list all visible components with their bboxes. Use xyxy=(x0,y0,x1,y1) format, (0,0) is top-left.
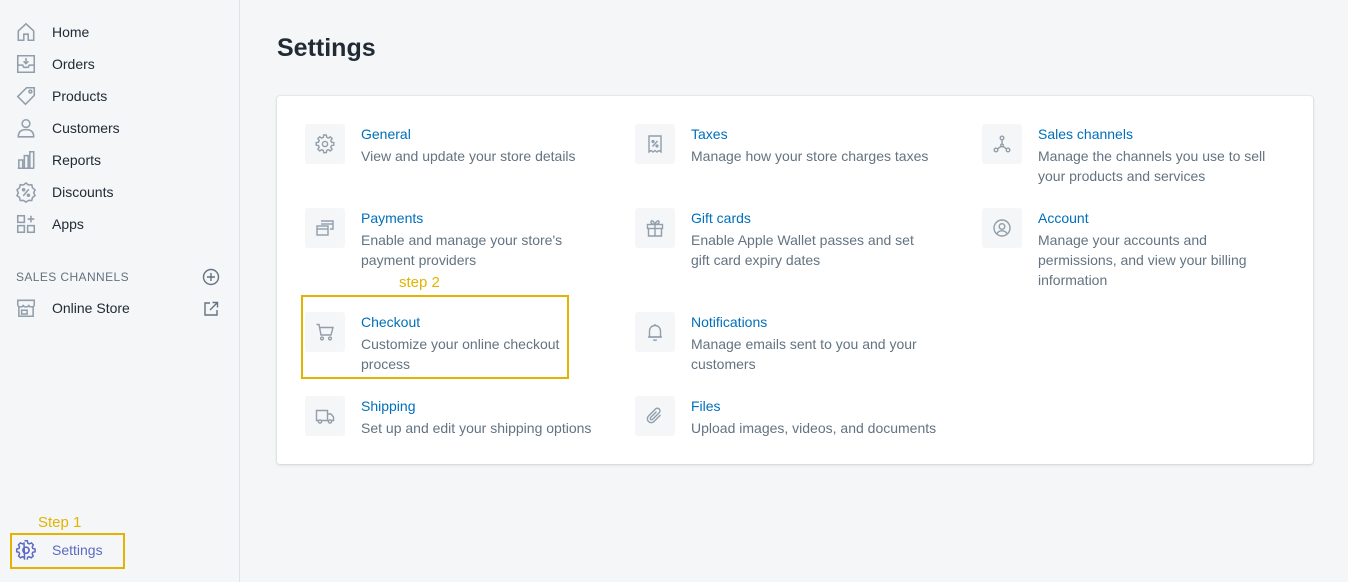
setting-title: Account xyxy=(1038,210,1089,226)
setting-description: Manage emails sent to you and your custo… xyxy=(691,336,917,372)
sidebar-item-label: Home xyxy=(52,24,90,40)
sidebar-item-home[interactable]: Home xyxy=(0,16,239,48)
setting-description: Manage the channels you use to sell your… xyxy=(1038,148,1266,184)
plus-circle-icon xyxy=(202,268,220,286)
sidebar-item-orders[interactable]: Orders xyxy=(0,48,239,80)
gift-icon xyxy=(635,208,675,248)
setting-title: General xyxy=(361,126,411,142)
payments-icon xyxy=(305,208,345,248)
setting-description: Manage how your store charges taxes xyxy=(691,148,929,164)
external-link-icon xyxy=(204,301,219,316)
setting-description: View and update your store details xyxy=(361,148,576,164)
sidebar-item-customers[interactable]: Customers xyxy=(0,112,239,144)
sidebar: Home Orders Products Customers Reports D… xyxy=(0,0,240,582)
setting-description: Enable and manage your store's payment p… xyxy=(361,232,563,268)
sidebar-item-reports[interactable]: Reports xyxy=(0,144,239,176)
setting-title: Gift cards xyxy=(691,210,751,226)
sidebar-item-label: Products xyxy=(52,88,108,104)
discount-icon xyxy=(15,181,37,203)
apps-icon xyxy=(15,213,37,235)
setting-title: Sales channels xyxy=(1038,126,1133,142)
sidebar-item-label: Apps xyxy=(52,216,84,232)
setting-title: Shipping xyxy=(361,398,416,414)
sidebar-item-products[interactable]: Products xyxy=(0,80,239,112)
gear-icon xyxy=(305,124,345,164)
sidebar-item-label: Orders xyxy=(52,56,95,72)
add-sales-channel-button[interactable] xyxy=(201,267,221,287)
receipt-icon xyxy=(635,124,675,164)
setting-title: Payments xyxy=(361,210,424,226)
sidebar-item-label: Reports xyxy=(52,152,102,168)
step-1-annotation: Step 1 xyxy=(38,514,82,531)
bar-chart-icon xyxy=(15,149,37,171)
sidebar-item-label: Customers xyxy=(52,120,120,136)
setting-description: Upload images, videos, and documents xyxy=(691,420,937,436)
step-1-highlight-box xyxy=(10,533,125,569)
page-title: Settings xyxy=(277,34,376,62)
home-icon xyxy=(15,21,37,43)
tag-icon xyxy=(15,85,37,107)
store-icon xyxy=(15,297,37,319)
sidebar-item-apps[interactable]: Apps xyxy=(0,208,239,240)
person-icon xyxy=(15,117,37,139)
step-2-annotation: step 2 xyxy=(399,274,440,291)
step-2-highlight-box xyxy=(301,295,569,379)
sidebar-item-label: Online Store xyxy=(52,300,130,316)
setting-title: Files xyxy=(691,398,721,414)
orders-icon xyxy=(15,53,37,75)
sales-channels-header: SALES CHANNELS xyxy=(16,270,129,284)
sidebar-item-label: Discounts xyxy=(52,184,114,200)
setting-description: Set up and edit your shipping options xyxy=(361,420,592,436)
setting-title: Notifications xyxy=(691,314,768,330)
account-icon xyxy=(982,208,1022,248)
sidebar-item-discounts[interactable]: Discounts xyxy=(0,176,239,208)
setting-title: Taxes xyxy=(691,126,728,142)
view-online-store-button[interactable] xyxy=(201,299,221,319)
setting-description: Manage your accounts and permissions, an… xyxy=(1038,232,1247,288)
truck-icon xyxy=(305,396,345,436)
channels-icon xyxy=(982,124,1022,164)
paperclip-icon xyxy=(635,396,675,436)
settings-card: General View and update your store detai… xyxy=(277,96,1313,464)
setting-description: Enable Apple Wallet passes and set gift … xyxy=(691,232,914,268)
bell-icon xyxy=(635,312,675,352)
